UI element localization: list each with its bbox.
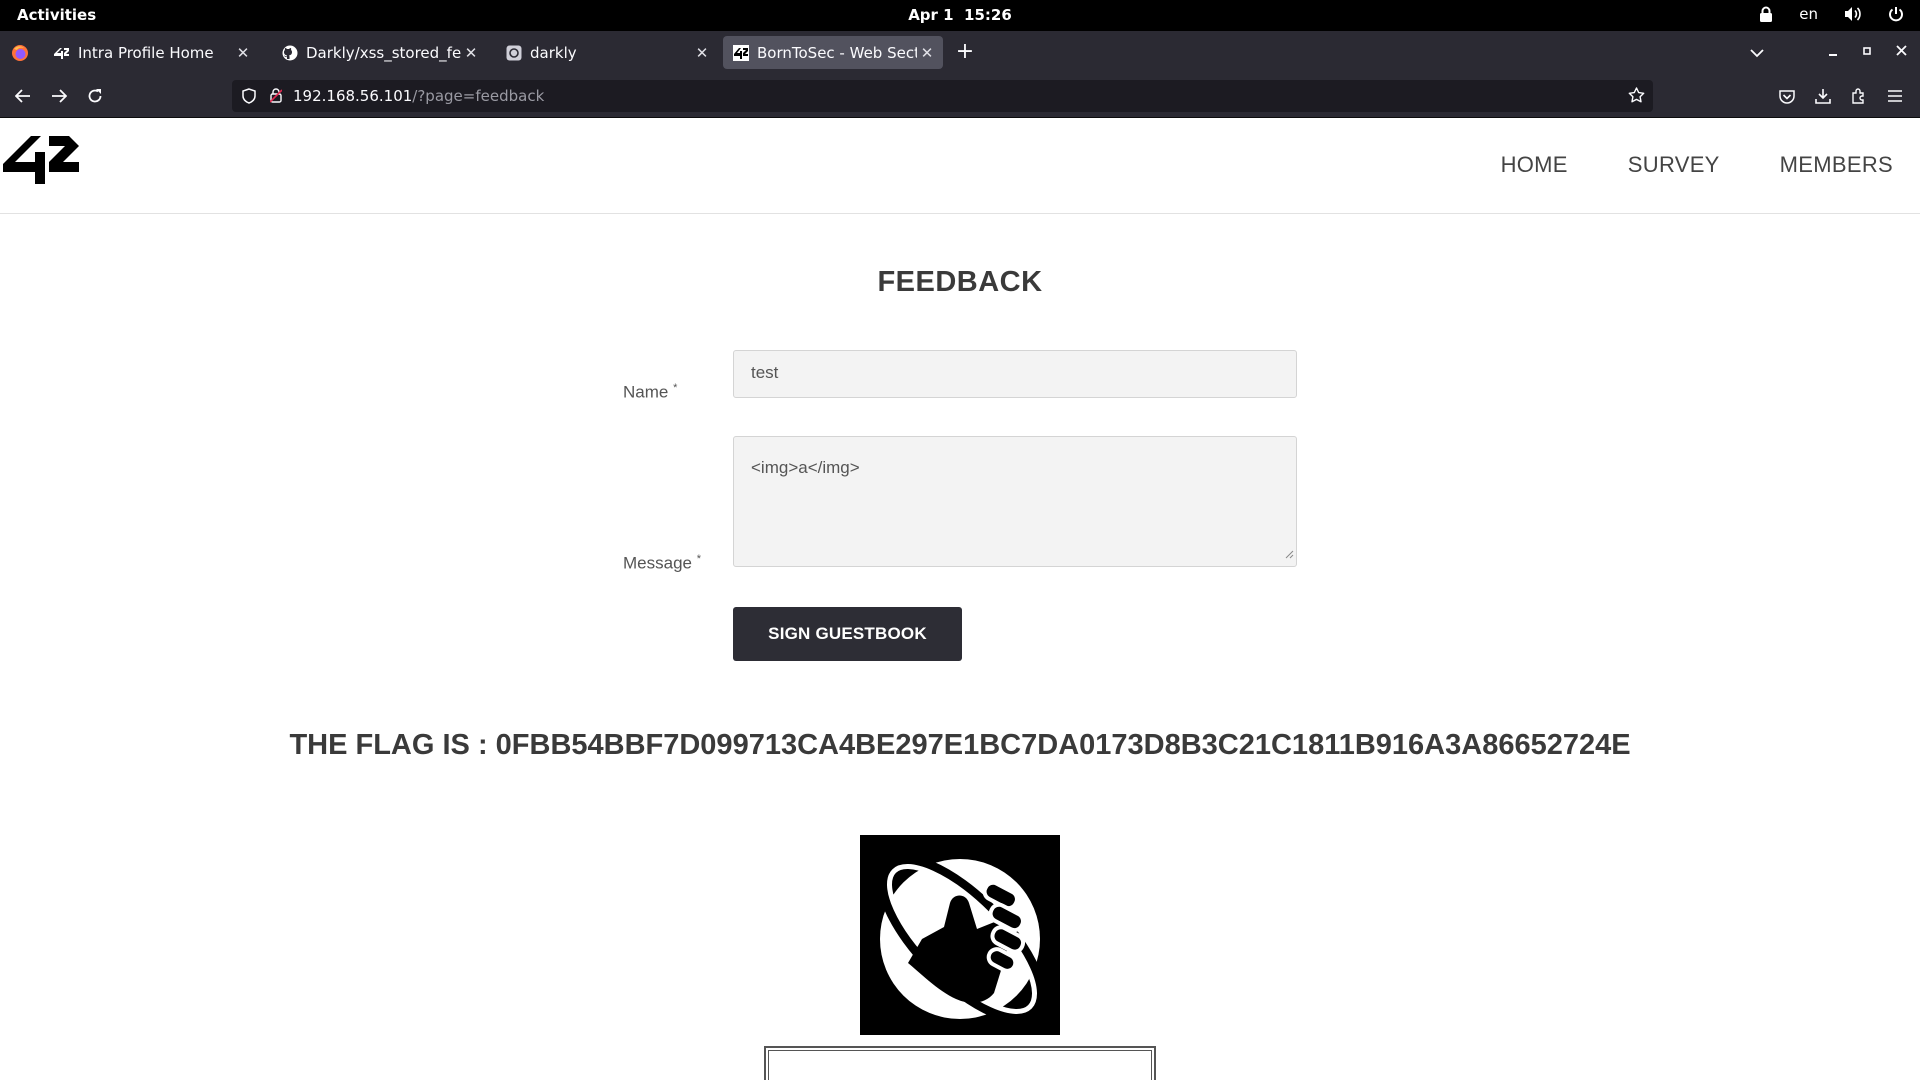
- navigation-toolbar: 192.168.56.101/?page=feedback: [0, 74, 1920, 118]
- tab-darkly[interactable]: darkly ✕: [496, 36, 718, 69]
- language-indicator[interactable]: en: [1799, 5, 1818, 23]
- main-nav: HOME SURVEY MEMBERS: [1501, 152, 1893, 178]
- tab-borntosec[interactable]: BornToSec - Web Section ✕: [723, 36, 943, 69]
- extensions-icon[interactable]: [1849, 86, 1869, 106]
- 42-logo-icon[interactable]: [3, 132, 79, 191]
- maximize-icon[interactable]: [1857, 42, 1877, 62]
- name-label: Name *: [623, 382, 677, 403]
- nav-home-link[interactable]: HOME: [1501, 152, 1568, 178]
- nav-members-link[interactable]: MEMBERS: [1780, 152, 1893, 178]
- close-icon[interactable]: ✕: [692, 44, 712, 62]
- clock-time[interactable]: 15:26: [964, 6, 1012, 24]
- 42-logo-icon: [54, 45, 70, 61]
- url-path: /?page=feedback: [412, 87, 545, 105]
- url-text[interactable]: 192.168.56.101/?page=feedback: [293, 87, 544, 105]
- close-icon[interactable]: ✕: [233, 44, 253, 62]
- insecure-lock-icon[interactable]: [269, 88, 283, 107]
- flag-message: THE FLAG IS : 0FBB54BBF7D099713CA4BE297E…: [289, 729, 1631, 761]
- nav-survey-link[interactable]: SURVEY: [1628, 152, 1720, 178]
- back-icon[interactable]: [13, 86, 33, 106]
- message-label-text: Message: [623, 553, 692, 573]
- minimize-icon[interactable]: [1823, 42, 1843, 62]
- list-all-tabs-icon[interactable]: [1750, 43, 1764, 62]
- forward-icon[interactable]: [49, 86, 69, 106]
- clock: Apr 1 15:26: [0, 6, 1920, 24]
- guestbook-entries-table: [764, 1046, 1156, 1080]
- clock-date[interactable]: Apr 1: [908, 6, 953, 24]
- firefox-logo-icon: [11, 44, 29, 62]
- downloads-icon[interactable]: [1813, 86, 1833, 106]
- site-header: HOME SURVEY MEMBERS: [0, 118, 1920, 214]
- system-tray[interactable]: en: [1759, 5, 1904, 23]
- name-input[interactable]: test: [733, 350, 1297, 398]
- close-icon[interactable]: ✕: [461, 44, 481, 62]
- sign-guestbook-button[interactable]: SIGN GUESTBOOK: [733, 607, 962, 661]
- message-label: Message *: [623, 553, 701, 574]
- github-icon: [282, 45, 298, 61]
- name-label-text: Name: [623, 382, 669, 402]
- message-textarea-value: <img>a</img>: [751, 458, 860, 477]
- lock-icon: [1759, 6, 1773, 22]
- tab-title: Intra Profile Home: [78, 43, 214, 62]
- url-host: 192.168.56.101: [293, 87, 413, 105]
- resize-grip-icon[interactable]: [1285, 544, 1294, 564]
- menu-icon[interactable]: [1885, 86, 1905, 106]
- web-page: HOME SURVEY MEMBERS FEEDBACK Name * test…: [0, 118, 1920, 1080]
- hitchhiker-thumb-planet-image: [860, 835, 1060, 1035]
- close-window-icon[interactable]: [1891, 42, 1911, 62]
- tab-github-darkly[interactable]: Darkly/xss_stored_feedb ✕: [272, 36, 487, 69]
- tab-title: darkly: [530, 43, 577, 62]
- page-title: FEEDBACK: [877, 266, 1043, 298]
- tab-title: Darkly/xss_stored_feedb: [306, 43, 461, 62]
- volume-icon: [1844, 6, 1862, 22]
- new-tab-button[interactable]: +: [954, 41, 976, 63]
- tab-title: BornToSec - Web Section: [757, 43, 917, 62]
- tab-strip: Intra Profile Home ✕ Darkly/xss_stored_f…: [0, 31, 1920, 74]
- message-textarea[interactable]: <img>a</img>: [733, 436, 1297, 567]
- reload-icon[interactable]: [85, 86, 105, 106]
- name-input-value: test: [751, 363, 779, 382]
- address-bar[interactable]: 192.168.56.101/?page=feedback: [232, 80, 1653, 112]
- tab-intra-profile[interactable]: Intra Profile Home ✕: [44, 36, 259, 69]
- activities-button[interactable]: Activities: [17, 6, 96, 24]
- close-icon[interactable]: ✕: [917, 44, 937, 62]
- tracking-protection-icon[interactable]: [242, 88, 256, 108]
- chatgpt-icon: [506, 45, 522, 61]
- 42-logo-icon: [733, 44, 749, 61]
- power-icon: [1888, 6, 1904, 22]
- required-mark: *: [673, 382, 678, 394]
- system-top-bar: Activities Apr 1 15:26 en: [0, 0, 1920, 31]
- pocket-icon[interactable]: [1777, 86, 1797, 106]
- bookmark-star-icon[interactable]: [1628, 87, 1645, 108]
- required-mark: *: [696, 553, 701, 565]
